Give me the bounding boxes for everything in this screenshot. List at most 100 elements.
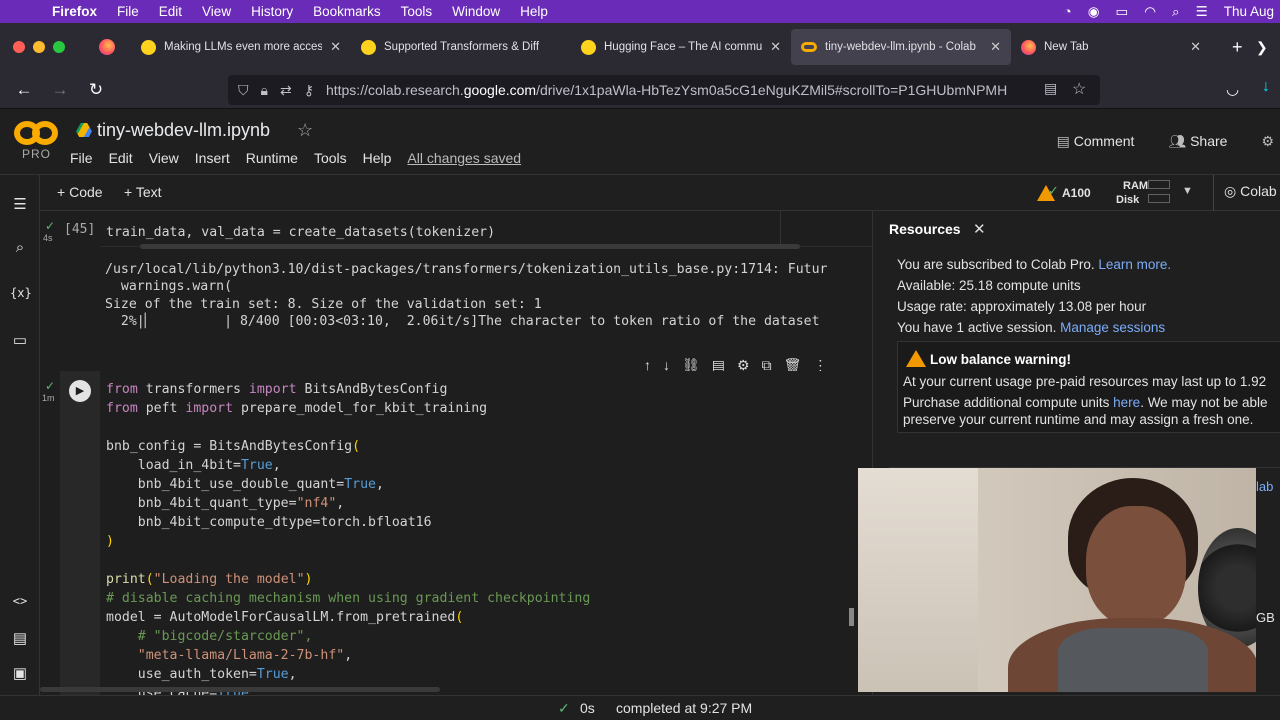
- maximize-window-button[interactable]: [53, 41, 65, 53]
- variables-icon[interactable]: {x}: [10, 286, 32, 300]
- battery-icon[interactable]: ▭: [1115, 4, 1128, 20]
- close-tab-icon[interactable]: ✕: [1190, 39, 1201, 55]
- chrome-sync-icon[interactable]: ◉: [1088, 4, 1100, 20]
- people-icon: 👥︎: [1168, 133, 1187, 149]
- settings-gear-icon[interactable]: ⚙: [1261, 133, 1274, 150]
- spotlight-search-icon[interactable]: ⌕: [1172, 4, 1180, 20]
- tab-supported-transformers[interactable]: Supported Transformers & Diff: [351, 29, 571, 65]
- reader-view-icon[interactable]: ▤: [1044, 80, 1057, 97]
- key-icon[interactable]: ⚷: [304, 82, 314, 99]
- minimize-window-button[interactable]: [33, 41, 45, 53]
- save-status-link[interactable]: All changes saved: [407, 150, 521, 166]
- manage-sessions-link[interactable]: Manage sessions: [1060, 320, 1165, 335]
- code-snippets-icon[interactable]: <>: [10, 594, 30, 608]
- new-tab-plus-icon[interactable]: +: [1232, 37, 1243, 58]
- tab-new-tab[interactable]: New Tab ✕: [1011, 29, 1211, 65]
- learn-more-link[interactable]: Learn more.: [1098, 257, 1171, 272]
- search-icon[interactable]: ⌕: [10, 239, 30, 256]
- shield-icon[interactable]: ⛉: [238, 82, 249, 99]
- permissions-icon[interactable]: ⇄: [280, 82, 292, 99]
- menu-help[interactable]: Help: [510, 4, 558, 19]
- run-cell-play-icon[interactable]: ▶: [69, 380, 91, 402]
- colab-logo[interactable]: [14, 119, 58, 147]
- command-palette-icon[interactable]: ▤: [10, 629, 30, 647]
- code-line[interactable]: # "bigcode/starcoder",: [106, 629, 313, 644]
- code-line[interactable]: bnb_config = BitsAndBytesConfig(: [106, 439, 360, 454]
- reload-icon[interactable]: ↻: [78, 80, 114, 100]
- colab-menu-file[interactable]: File: [70, 150, 93, 166]
- table-of-contents-icon[interactable]: ☰: [10, 195, 30, 213]
- colab-menu-runtime[interactable]: Runtime: [246, 150, 298, 166]
- address-bar[interactable]: ⛉ 🔒︎ ⇄ ⚷ https://colab.research.google.c…: [228, 75, 1100, 105]
- close-tab-icon[interactable]: ✕: [990, 39, 1001, 55]
- menu-app-firefox[interactable]: Firefox: [42, 4, 107, 19]
- gpu-label[interactable]: A100: [1062, 186, 1091, 200]
- colab-menu-insert[interactable]: Insert: [195, 150, 230, 166]
- tab-making-llms[interactable]: Making LLMs even more acces ✕: [131, 29, 351, 65]
- code-line[interactable]: use_auth_token=True,: [106, 667, 297, 682]
- colab-ai-button[interactable]: ◎ Colab: [1224, 183, 1277, 200]
- files-folder-icon[interactable]: ▭: [10, 331, 30, 349]
- colab-menu-edit[interactable]: Edit: [109, 150, 133, 166]
- share-button[interactable]: 👥︎ Share: [1168, 133, 1227, 150]
- menu-bookmarks[interactable]: Bookmarks: [303, 4, 391, 19]
- menu-view[interactable]: View: [192, 4, 241, 19]
- close-icon[interactable]: ✕: [973, 220, 986, 238]
- colab-menu-tools[interactable]: Tools: [314, 150, 347, 166]
- code-line[interactable]: from transformers import BitsAndBytesCon…: [106, 382, 447, 397]
- bookmark-star-icon[interactable]: ☆: [1072, 79, 1086, 99]
- code-line[interactable]: bnb_4bit_compute_dtype=torch.bfloat16: [106, 515, 432, 530]
- star-icon[interactable]: ☆: [297, 120, 313, 141]
- code-line[interactable]: train_data, val_data = create_datasets(t…: [106, 225, 495, 240]
- lock-icon[interactable]: 🔒︎: [261, 82, 268, 99]
- firefox-icon[interactable]: [99, 39, 115, 55]
- dashboard-icon[interactable]: ◔: [1064, 4, 1072, 19]
- colab-menu-help[interactable]: Help: [363, 150, 392, 166]
- tab-hugging-face[interactable]: Hugging Face – The AI commu ✕: [571, 29, 791, 65]
- terminal-icon[interactable]: ▣: [10, 664, 30, 682]
- code-line[interactable]: load_in_4bit=True,: [106, 458, 281, 473]
- menu-edit[interactable]: Edit: [149, 4, 192, 19]
- code-line[interactable]: bnb_4bit_use_double_quant=True,: [106, 477, 384, 492]
- code-cell[interactable]: train_data, val_data = create_datasets(t…: [100, 211, 872, 247]
- code-line[interactable]: print("Loading the model"): [106, 572, 312, 587]
- clock[interactable]: Thu Aug: [1224, 4, 1274, 19]
- menu-file[interactable]: File: [107, 4, 149, 19]
- purchase-here-link[interactable]: here: [1113, 395, 1140, 410]
- downloads-icon[interactable]: ↓: [1262, 78, 1270, 96]
- code-line[interactable]: # disable caching mechanism when using g…: [106, 591, 590, 606]
- code-line[interactable]: "meta-llama/Llama-2-7b-hf",: [106, 648, 352, 663]
- close-window-button[interactable]: [13, 41, 25, 53]
- status-text[interactable]: completed at 9:27 PM: [616, 700, 752, 716]
- add-code-button[interactable]: + Code: [57, 184, 103, 200]
- code-cell-editor[interactable]: from transformers import BitsAndBytesCon…: [100, 371, 872, 695]
- code-line[interactable]: bnb_4bit_quant_type="nf4",: [106, 496, 344, 511]
- close-tab-icon[interactable]: ✕: [770, 39, 781, 55]
- code-line[interactable]: from peft import prepare_model_for_kbit_…: [106, 401, 487, 416]
- control-center-icon[interactable]: ☰: [1196, 4, 1208, 20]
- colab-menu-view[interactable]: View: [149, 150, 179, 166]
- menu-tools[interactable]: Tools: [391, 4, 443, 19]
- vertical-scrollbar[interactable]: [849, 608, 854, 626]
- back-arrow-icon[interactable]: ←: [6, 80, 42, 100]
- menu-window[interactable]: Window: [442, 4, 510, 19]
- pocket-icon[interactable]: ◡: [1226, 80, 1239, 98]
- comment-button[interactable]: ▤ Comment: [1057, 133, 1135, 150]
- code-line[interactable]: model = AutoModelForCausalLM.from_pretra…: [106, 610, 463, 625]
- wifi-icon[interactable]: ◠: [1144, 4, 1156, 20]
- code-line[interactable]: ): [106, 534, 114, 549]
- url-text[interactable]: https://colab.research.google.com/drive/…: [326, 82, 1016, 98]
- close-tab-icon[interactable]: ✕: [330, 39, 341, 55]
- google-drive-icon[interactable]: [76, 123, 92, 137]
- tab-colab-notebook[interactable]: tiny-webdev-llm.ipynb - Colab ✕: [791, 29, 1011, 65]
- forward-arrow-icon[interactable]: →: [42, 80, 78, 100]
- add-text-button[interactable]: + Text: [124, 184, 162, 200]
- horizontal-scrollbar[interactable]: [140, 244, 800, 249]
- resource-meter[interactable]: RAM Disk: [1116, 179, 1148, 207]
- menu-history[interactable]: History: [241, 4, 303, 19]
- horizontal-scrollbar[interactable]: [40, 687, 440, 692]
- peek-link[interactable]: lab: [1256, 479, 1273, 494]
- tab-list-chevron-icon[interactable]: ❯: [1256, 39, 1268, 56]
- runtime-dropdown-icon[interactable]: ▼: [1182, 185, 1193, 197]
- notebook-title[interactable]: tiny-webdev-llm.ipynb: [97, 120, 270, 141]
